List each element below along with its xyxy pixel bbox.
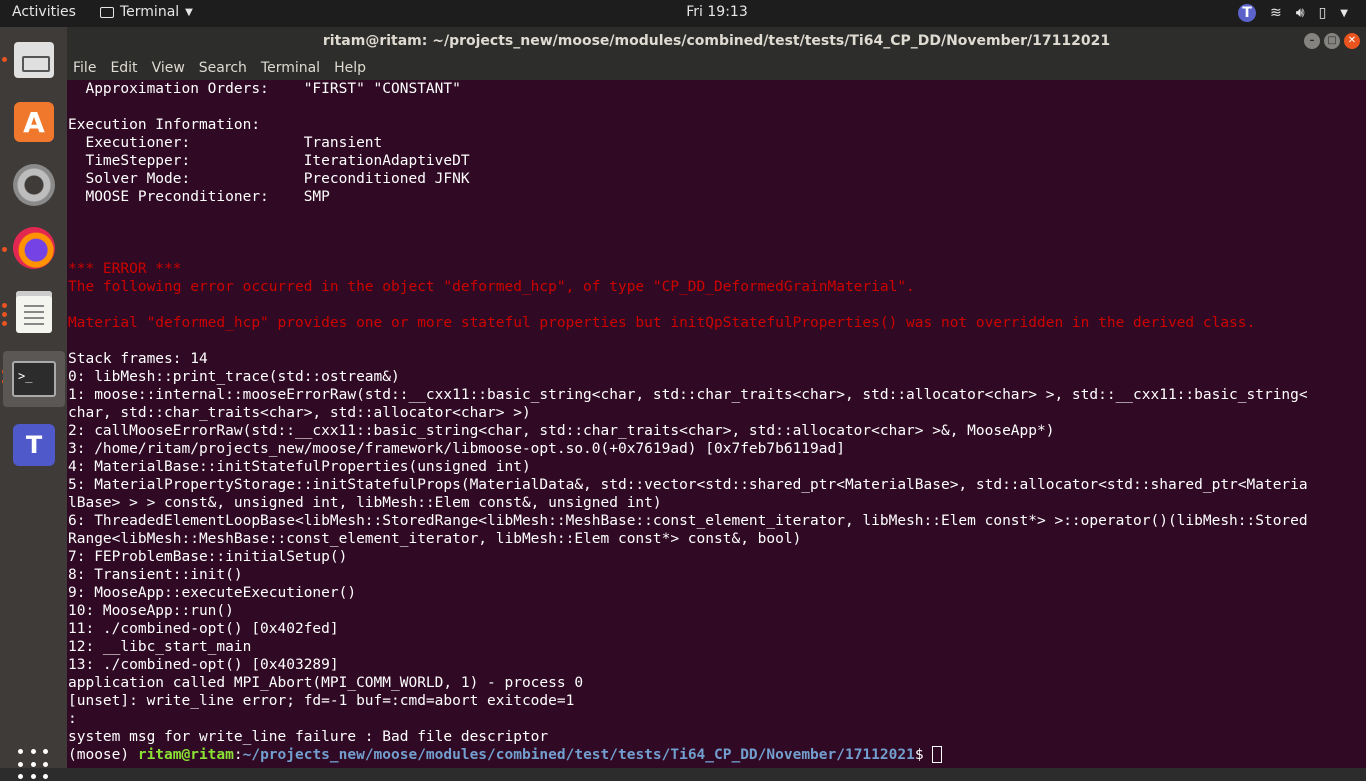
dock-files[interactable]: [11, 37, 57, 83]
output-line: Executioner: Transient: [68, 135, 383, 151]
system-tray[interactable]: T ≋ 🔊︎ ▯ ▼: [1238, 4, 1348, 22]
battery-icon[interactable]: ▯: [1319, 5, 1327, 21]
output-line: Solver Mode: Preconditioned JFNK: [68, 171, 470, 187]
teams-icon: T: [13, 424, 55, 466]
output-line: system msg for write_line failure : Bad …: [68, 729, 549, 745]
dock-settings[interactable]: [11, 162, 57, 208]
output-line: 3: /home/ritam/projects_new/moose/framew…: [68, 441, 845, 457]
output-line: 0: libMesh::print_trace(std::ostream&): [68, 369, 400, 385]
software-center-icon: A: [14, 102, 54, 142]
text-cursor: [932, 746, 943, 763]
menu-edit[interactable]: Edit: [110, 60, 137, 76]
prompt-symbol: $: [914, 747, 933, 763]
volume-icon[interactable]: 🔊︎: [1296, 5, 1305, 21]
output-line: application called MPI_Abort(MPI_COMM_WO…: [68, 675, 584, 691]
chevron-down-icon[interactable]: ▼: [1340, 8, 1348, 19]
output-line: Range<libMesh::MeshBase::const_element_i…: [68, 531, 802, 547]
menu-view[interactable]: View: [152, 60, 185, 76]
output-line: 4: MaterialBase::initStatefulProperties(…: [68, 459, 531, 475]
error-line: Material "deformed_hcp" provides one or …: [68, 315, 1256, 331]
output-lines: Approximation Orders: "FIRST" "CONSTANT"…: [67, 80, 1366, 746]
output-line: char, std::char_traits<char>, std::alloc…: [68, 405, 531, 421]
output-line: [unset]: write_line error; fd=-1 buf=:cm…: [68, 693, 575, 709]
output-line: lBase> > > const&, unsigned int, libMesh…: [68, 495, 662, 511]
output-line: MOOSE Preconditioner: SMP: [68, 189, 330, 205]
settings-icon: [13, 164, 55, 206]
dock-firefox[interactable]: [11, 225, 57, 271]
wifi-icon[interactable]: ≋: [1270, 5, 1282, 21]
terminal-window: ritam@ritam: ~/projects_new/moose/module…: [67, 27, 1366, 768]
clock[interactable]: Fri 19:13: [0, 4, 1366, 20]
prompt-path: ~/projects_new/moose/modules/combined/te…: [242, 747, 915, 763]
window-title: ritam@ritam: ~/projects_new/moose/module…: [322, 33, 1111, 49]
output-line: 10: MooseApp::run(): [68, 603, 234, 619]
dock-text-editor[interactable]: [11, 289, 57, 335]
menu-search[interactable]: Search: [199, 60, 247, 76]
running-indicator: [2, 57, 7, 62]
output-line: 6: ThreadedElementLoopBase<libMesh::Stor…: [68, 513, 1308, 529]
teams-tray-icon[interactable]: T: [1238, 4, 1257, 22]
dock-teams[interactable]: T: [11, 422, 57, 468]
show-applications-icon[interactable]: [18, 749, 50, 781]
output-line: Execution Information:: [68, 117, 261, 133]
output-line: Approximation Orders: "FIRST" "CONSTANT": [68, 81, 461, 97]
running-indicator: [2, 321, 7, 326]
running-indicator: [2, 303, 7, 308]
output-line: 2: callMooseErrorRaw(std::__cxx11::basic…: [68, 423, 1055, 439]
dock-software-center[interactable]: A: [11, 99, 57, 145]
firefox-icon: [13, 227, 55, 269]
running-indicator: [2, 247, 7, 252]
output-line: TimeStepper: IterationAdaptiveDT: [68, 153, 470, 169]
prompt-colon: :: [233, 747, 243, 763]
output-line: 7: FEProblemBase::initialSetup(): [68, 549, 348, 565]
window-titlebar[interactable]: ritam@ritam: ~/projects_new/moose/module…: [67, 27, 1366, 55]
files-icon: [14, 42, 54, 78]
output-line: 11: ./combined-opt() [0x402fed]: [68, 621, 339, 637]
error-line: *** ERROR ***: [68, 261, 182, 277]
running-indicator: [2, 312, 7, 317]
output-line: 5: MaterialPropertyStorage::initStateful…: [68, 477, 1308, 493]
top-bar: Activities Terminal ▼ Fri 19:13 T ≋ 🔊︎ ▯…: [0, 0, 1366, 27]
output-line: 9: MooseApp::executeExecutioner(): [68, 585, 357, 601]
minimize-button[interactable]: –: [1304, 33, 1320, 49]
output-line: 8: Transient::init(): [68, 567, 243, 583]
terminal-icon: >_: [12, 361, 56, 397]
output-line: Stack frames: 14: [68, 351, 208, 367]
terminal-output[interactable]: Approximation Orders: "FIRST" "CONSTANT"…: [67, 80, 1366, 768]
output-line: :: [68, 711, 77, 727]
menu-bar: File Edit View Search Terminal Help: [67, 55, 1366, 80]
menu-help[interactable]: Help: [334, 60, 366, 76]
prompt-user-host: ritam@ritam: [137, 747, 234, 763]
output-line: 1: moose::internal::mooseErrorRaw(std::_…: [68, 387, 1308, 403]
menu-terminal[interactable]: Terminal: [261, 60, 320, 76]
output-line: 12: __libc_start_main: [68, 639, 252, 655]
maximize-button[interactable]: □: [1324, 33, 1340, 49]
error-line: The following error occurred in the obje…: [68, 279, 915, 295]
text-editor-icon: [16, 291, 52, 333]
prompt-env: (moose): [68, 747, 138, 763]
dock-terminal[interactable]: >_: [3, 351, 65, 407]
output-line: 13: ./combined-opt() [0x403289]: [68, 657, 339, 673]
shell-prompt[interactable]: (moose) ritam@ritam:~/projects_new/moose…: [67, 746, 1366, 764]
menu-file[interactable]: File: [73, 60, 96, 76]
close-button[interactable]: ✕: [1344, 33, 1360, 49]
dock: A >_ T: [0, 27, 67, 780]
